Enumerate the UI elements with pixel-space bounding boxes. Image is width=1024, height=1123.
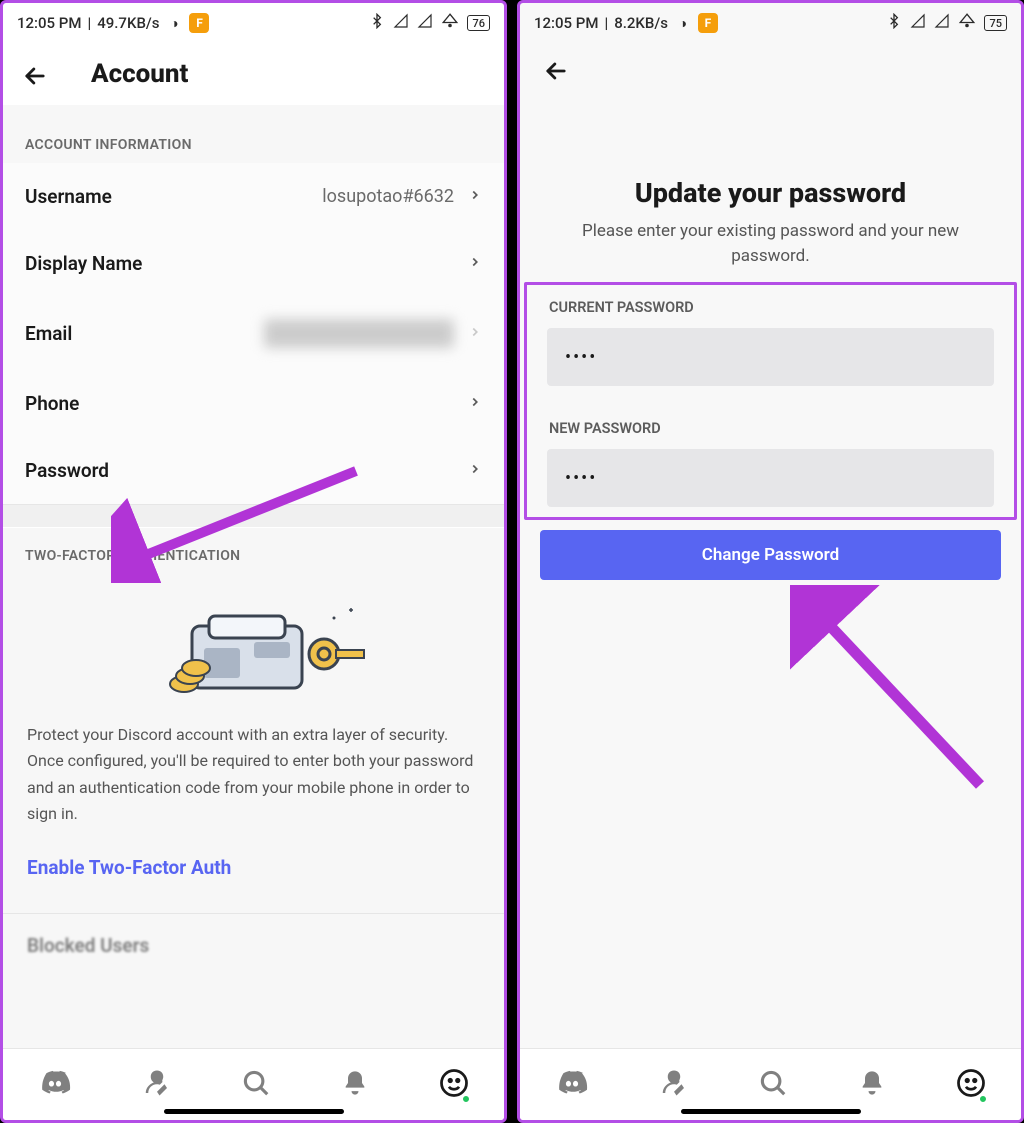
section-divider (3, 504, 504, 528)
signal-icon (393, 13, 409, 33)
chevron-right-icon (468, 254, 482, 273)
status-separator: | (604, 14, 608, 32)
section-account-info: ACCOUNT INFORMATION (3, 105, 504, 163)
chevron-right-icon (468, 324, 482, 343)
username-value: losupotao#6632 (322, 186, 454, 207)
page-title: Update your password (520, 177, 1021, 209)
update-password-body: Update your password Please enter your e… (520, 89, 1021, 1048)
status-separator: | (87, 14, 91, 32)
nav-friends-icon[interactable] (659, 1068, 689, 1102)
status-time: 12:05 PM (17, 14, 81, 32)
signal-icon (910, 13, 926, 33)
nav-profile-icon[interactable] (956, 1068, 986, 1102)
battery-indicator: 76 (467, 15, 490, 31)
flipboard-icon: F (189, 13, 209, 33)
new-password-label: NEW PASSWORD (527, 412, 1014, 449)
email-value-redacted: redacted@email (264, 319, 454, 348)
status-time: 12:05 PM (534, 14, 598, 32)
phone-label: Phone (25, 392, 79, 415)
bluetooth-icon (369, 13, 385, 33)
section-twofa: TWO-FACTOR AUTHENTICATION (3, 528, 504, 574)
status-bar: 12:05 PM | 8.2KB/s ◑ F 75 (520, 3, 1021, 43)
bottom-nav (3, 1048, 504, 1120)
status-data-rate: 49.7KB/s (97, 14, 159, 32)
home-indicator (681, 1109, 861, 1114)
back-button[interactable] (21, 62, 45, 86)
display-name-row[interactable]: Display Name (3, 230, 504, 297)
current-password-label: CURRENT PASSWORD (527, 291, 1014, 328)
page-subtitle: Please enter your existing password and … (520, 209, 1021, 282)
status-online-dot (461, 1094, 471, 1104)
blocked-users-peek: Blocked Users (3, 914, 504, 957)
password-label: Password (25, 459, 109, 482)
bluetooth-icon (886, 13, 902, 33)
account-body[interactable]: ACCOUNT INFORMATION Username losupotao#6… (3, 105, 504, 1048)
page-header: Account (3, 43, 504, 105)
back-button[interactable] (542, 57, 570, 89)
email-label: Email (25, 322, 72, 345)
wifi-icon (441, 12, 459, 34)
battery-indicator: 75 (984, 15, 1007, 31)
status-online-dot (978, 1094, 988, 1104)
new-password-input[interactable]: •••• (547, 449, 994, 507)
change-password-button[interactable]: Change Password (540, 530, 1001, 580)
password-row[interactable]: Password (3, 437, 504, 504)
nav-notifications-icon[interactable] (341, 1069, 369, 1101)
twofa-description: Protect your Discord account with an ext… (3, 718, 504, 828)
status-data-rate: 8.2KB/s (614, 14, 668, 32)
username-row[interactable]: Username losupotao#6632 (3, 163, 504, 230)
chevron-right-icon (468, 394, 482, 413)
password-inputs-highlight: CURRENT PASSWORD •••• NEW PASSWORD •••• (524, 282, 1017, 520)
nav-profile-icon[interactable] (439, 1068, 469, 1102)
email-row[interactable]: Email redacted@email (3, 297, 504, 370)
nav-search-icon[interactable] (241, 1068, 271, 1102)
nav-discord-icon[interactable] (555, 1066, 589, 1104)
signal-icon-2 (934, 13, 950, 33)
page-header (520, 43, 1021, 89)
account-screen: 12:05 PM | 49.7KB/s ◑ F 76 Accou (0, 0, 507, 1123)
annotation-arrow-icon (790, 585, 1010, 805)
signal-icon-2 (417, 13, 433, 33)
nav-search-icon[interactable] (758, 1068, 788, 1102)
update-password-screen: 12:05 PM | 8.2KB/s ◑ F 75 Up (517, 0, 1024, 1123)
wifi-icon (958, 12, 976, 34)
nav-discord-icon[interactable] (38, 1066, 72, 1104)
display-name-label: Display Name (25, 252, 142, 275)
phone-row[interactable]: Phone (3, 370, 504, 437)
bottom-nav (520, 1048, 1021, 1120)
page-title: Account (91, 59, 188, 89)
chevron-right-icon (468, 461, 482, 480)
chevron-right-icon (468, 187, 482, 206)
status-bar: 12:05 PM | 49.7KB/s ◑ F 76 (3, 3, 504, 43)
username-label: Username (25, 185, 112, 208)
twofa-illustration (3, 574, 504, 718)
nav-friends-icon[interactable] (142, 1068, 172, 1102)
home-indicator (164, 1109, 344, 1114)
nav-notifications-icon[interactable] (858, 1069, 886, 1101)
clock-icon: ◑ (165, 14, 183, 32)
clock-icon: ◑ (674, 14, 692, 32)
current-password-input[interactable]: •••• (547, 328, 994, 386)
enable-twofa-link[interactable]: Enable Two-Factor Auth (3, 828, 504, 913)
flipboard-icon: F (698, 13, 718, 33)
